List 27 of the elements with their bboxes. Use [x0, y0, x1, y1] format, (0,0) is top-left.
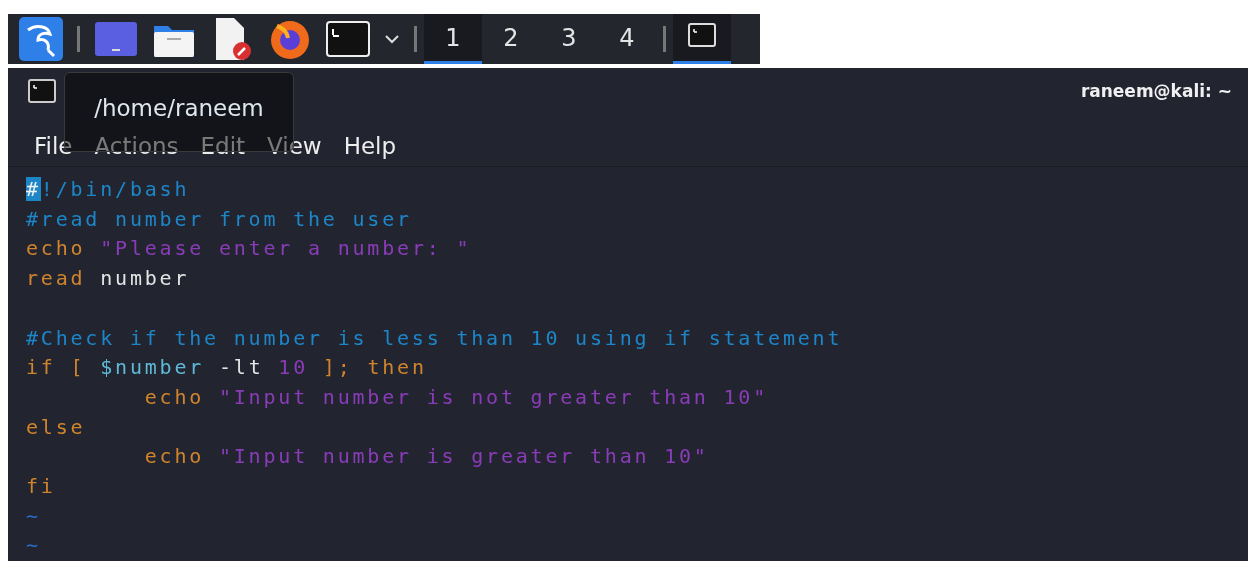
code-line: echo "Input number is greater than 10" [143, 443, 710, 471]
window-task-button[interactable] [673, 14, 731, 65]
code-line: echo "Input number is not greater than 10" [143, 383, 770, 411]
dragon-icon [18, 16, 64, 63]
code-line: ~ [26, 502, 42, 530]
code-line: #!/bin/bash [26, 176, 191, 204]
menu-item[interactable]: View [267, 133, 322, 160]
menu-item[interactable]: Help [343, 133, 397, 160]
code-line: fi [26, 472, 57, 500]
menu-item[interactable]: File [34, 133, 73, 160]
window-title: raneem@kali: ~ [1080, 81, 1232, 102]
workspace-button[interactable]: 1 [424, 14, 482, 65]
terminal-icon [688, 22, 716, 47]
terminal-icon [28, 79, 56, 104]
code-line: ~ [26, 532, 42, 560]
code-line: #Check if the number is less than 10 using if statement [26, 324, 844, 352]
code-line: else [26, 413, 87, 441]
code-line: #read number from the user [26, 205, 413, 233]
workspace-button[interactable]: 4 [598, 14, 656, 65]
code-line: echo "Please enter a number: " [26, 235, 473, 263]
code-line: read number [26, 265, 191, 293]
code-line: if [ $number -lt 10 ]; then [26, 354, 428, 382]
window-icon [94, 21, 138, 58]
chevron-down-icon [385, 34, 399, 44]
workspace-button[interactable]: 3 [540, 14, 598, 65]
terminal-icon [326, 21, 370, 58]
workspace-button[interactable]: 2 [482, 14, 540, 65]
